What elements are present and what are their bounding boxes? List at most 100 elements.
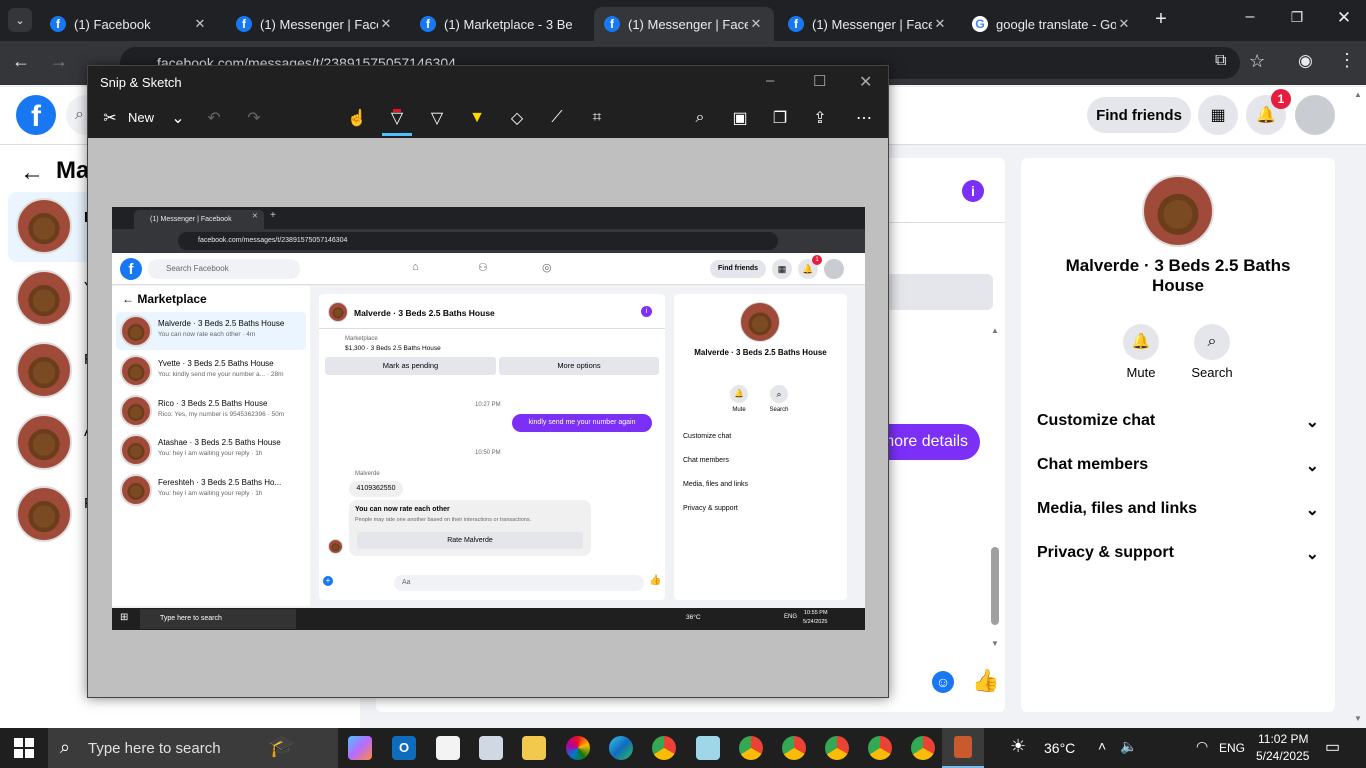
speaker-icon[interactable]: 🔈 xyxy=(1120,738,1137,755)
pencil-icon[interactable]: ▽ xyxy=(427,108,447,128)
mute-button[interactable]: 🔔 xyxy=(1123,324,1159,360)
scroll-up-icon[interactable]: ▲ xyxy=(990,326,1000,335)
notification-center-icon[interactable]: ▭ xyxy=(1325,737,1340,757)
close-window-icon[interactable]: ✕ xyxy=(1334,8,1354,28)
install-icon[interactable]: ⧉ xyxy=(1215,52,1226,70)
more-options-icon[interactable]: ⋯ xyxy=(854,108,874,128)
close-icon[interactable]: ✕ xyxy=(859,72,872,92)
temperature[interactable]: 36°C xyxy=(1044,740,1075,756)
close-icon[interactable]: ✕ xyxy=(748,16,764,32)
page-scroll-up-icon[interactable]: ▲ xyxy=(1354,90,1362,99)
redo-icon[interactable]: ↷ xyxy=(244,108,264,128)
highlighter-icon[interactable]: ▼ xyxy=(467,108,487,128)
snip-sketch-taskbar-button[interactable] xyxy=(942,728,984,768)
chrome-profile-icon[interactable] xyxy=(739,736,763,760)
clock-date[interactable]: 5/24/2025 xyxy=(1256,749,1309,763)
bookmark-star-icon[interactable]: ☆ xyxy=(1249,51,1265,72)
crop-icon[interactable]: ⌗ xyxy=(587,108,607,128)
file-explorer-icon[interactable] xyxy=(522,736,546,760)
taskbar-search-box[interactable]: ⌕ Type here to search 🎓 xyxy=(48,728,338,768)
conversation-avatar[interactable] xyxy=(16,270,72,326)
conversation-avatar[interactable] xyxy=(16,486,72,542)
minimize-icon[interactable]: – xyxy=(766,72,774,89)
edge-icon[interactable] xyxy=(609,736,633,760)
scrollbar-track[interactable]: ▲ ▼ xyxy=(990,326,1000,648)
wifi-icon[interactable]: ◠ xyxy=(1196,738,1208,755)
forward-icon[interactable]: → xyxy=(50,51,68,72)
inner-search-icon: ⌕ xyxy=(770,385,788,403)
maximize-icon[interactable]: ☐ xyxy=(813,72,826,90)
scrollbar-thumb[interactable] xyxy=(991,547,999,625)
app-icon[interactable] xyxy=(696,736,720,760)
copilot-icon[interactable] xyxy=(348,736,372,760)
show-hidden-icons-chevron[interactable]: ˄ xyxy=(1098,738,1106,754)
inner-find-friends: Find friends xyxy=(710,260,766,278)
restore-icon[interactable]: ❐ xyxy=(1287,9,1307,26)
close-icon[interactable]: ✕ xyxy=(1116,16,1132,32)
browser-tab[interactable]: G google translate - Go ✕ xyxy=(962,7,1142,41)
browser-tab[interactable]: f (1) Marketplace - 3 Be xyxy=(410,7,590,41)
new-tab-button[interactable]: + xyxy=(1150,8,1172,30)
photos-icon[interactable] xyxy=(566,736,590,760)
graduation-cap-icon: 🎓 xyxy=(268,733,296,758)
account-avatar[interactable] xyxy=(1295,95,1335,135)
chrome-profile-icon[interactable] xyxy=(782,736,806,760)
scroll-down-icon[interactable]: ▼ xyxy=(990,639,1000,648)
browser-tab[interactable]: f (1) Messenger | Faceb ✕ xyxy=(226,7,404,41)
touch-writing-icon[interactable]: ☝ xyxy=(347,108,367,128)
emoji-icon[interactable]: ☺ xyxy=(932,671,954,693)
conversation-avatar[interactable] xyxy=(16,198,72,254)
ruler-icon[interactable]: ⟋ xyxy=(547,108,567,128)
chrome-profile-icon[interactable] xyxy=(868,736,892,760)
new-snip-icon[interactable]: ✂ xyxy=(100,108,120,128)
profile-avatar[interactable] xyxy=(1142,175,1214,247)
notepad-icon[interactable] xyxy=(436,736,460,760)
copy-icon[interactable]: ❐ xyxy=(770,108,790,128)
clock-time[interactable]: 11:02 PM xyxy=(1258,732,1308,746)
media-files-row[interactable]: Media, files and links ⌄ xyxy=(1037,500,1319,520)
thumbs-up-icon[interactable]: 👍 xyxy=(972,668,999,694)
info-icon[interactable]: i xyxy=(962,180,984,202)
customize-chat-row[interactable]: Customize chat ⌄ xyxy=(1037,412,1319,432)
browser-tab-active[interactable]: f (1) Messenger | Facel ✕ xyxy=(594,7,774,41)
more-options-button[interactable]: s xyxy=(874,274,993,310)
minimize-icon[interactable]: – xyxy=(1240,8,1260,26)
browser-tab[interactable]: f (1) Messenger | Faceb ✕ xyxy=(778,7,958,41)
back-arrow-icon[interactable]: ← xyxy=(20,159,44,187)
save-icon[interactable]: ▣ xyxy=(730,108,750,128)
language-indicator[interactable]: ENG xyxy=(1219,741,1245,755)
tab-search-button[interactable]: ⌄ xyxy=(8,8,32,32)
page-scroll-down-icon[interactable]: ▼ xyxy=(1354,714,1362,723)
find-friends-button[interactable]: Find friends xyxy=(1087,97,1191,133)
facebook-logo-icon[interactable]: f xyxy=(16,95,56,135)
chrome-profile-icon[interactable] xyxy=(911,736,935,760)
close-icon[interactable]: ✕ xyxy=(378,16,394,32)
inner-windows-icon: ⊞ xyxy=(120,612,129,623)
chevron-down-icon[interactable]: ⌄ xyxy=(168,108,188,128)
inner-conv-name: Malverde · 3 Beds 2.5 Baths House xyxy=(158,319,285,328)
weather-icon[interactable]: ☀ xyxy=(1010,736,1026,757)
chat-members-row[interactable]: Chat members ⌄ xyxy=(1037,456,1319,476)
chrome-icon[interactable] xyxy=(652,736,676,760)
zoom-icon[interactable]: ⌕ xyxy=(690,108,710,128)
new-snip-button[interactable]: New xyxy=(128,110,154,125)
menu-icon[interactable]: ⋮ xyxy=(1338,50,1356,71)
close-icon[interactable]: ✕ xyxy=(192,16,208,32)
browser-tab[interactable]: f (1) Facebook ✕ xyxy=(40,7,218,41)
inner-rate-button: Rate Malverde xyxy=(357,532,583,549)
conversation-avatar[interactable] xyxy=(16,342,72,398)
windows-start-icon[interactable] xyxy=(14,738,34,758)
search-button[interactable]: ⌕ xyxy=(1194,324,1230,360)
share-icon[interactable]: ⇪ xyxy=(810,108,830,128)
profile-icon[interactable]: ◉ xyxy=(1298,51,1313,71)
eraser-icon[interactable]: ◇ xyxy=(507,108,527,128)
privacy-support-row[interactable]: Privacy & support ⌄ xyxy=(1037,544,1319,564)
chrome-profile-icon[interactable] xyxy=(825,736,849,760)
close-icon[interactable]: ✕ xyxy=(932,16,948,32)
app-icon[interactable] xyxy=(479,736,503,760)
conversation-avatar[interactable] xyxy=(16,414,72,470)
menu-grid-button[interactable]: ▦ xyxy=(1198,95,1238,135)
outlook-icon[interactable]: O xyxy=(392,736,416,760)
undo-icon[interactable]: ↶ xyxy=(204,108,224,128)
back-icon[interactable]: ← xyxy=(12,51,30,72)
